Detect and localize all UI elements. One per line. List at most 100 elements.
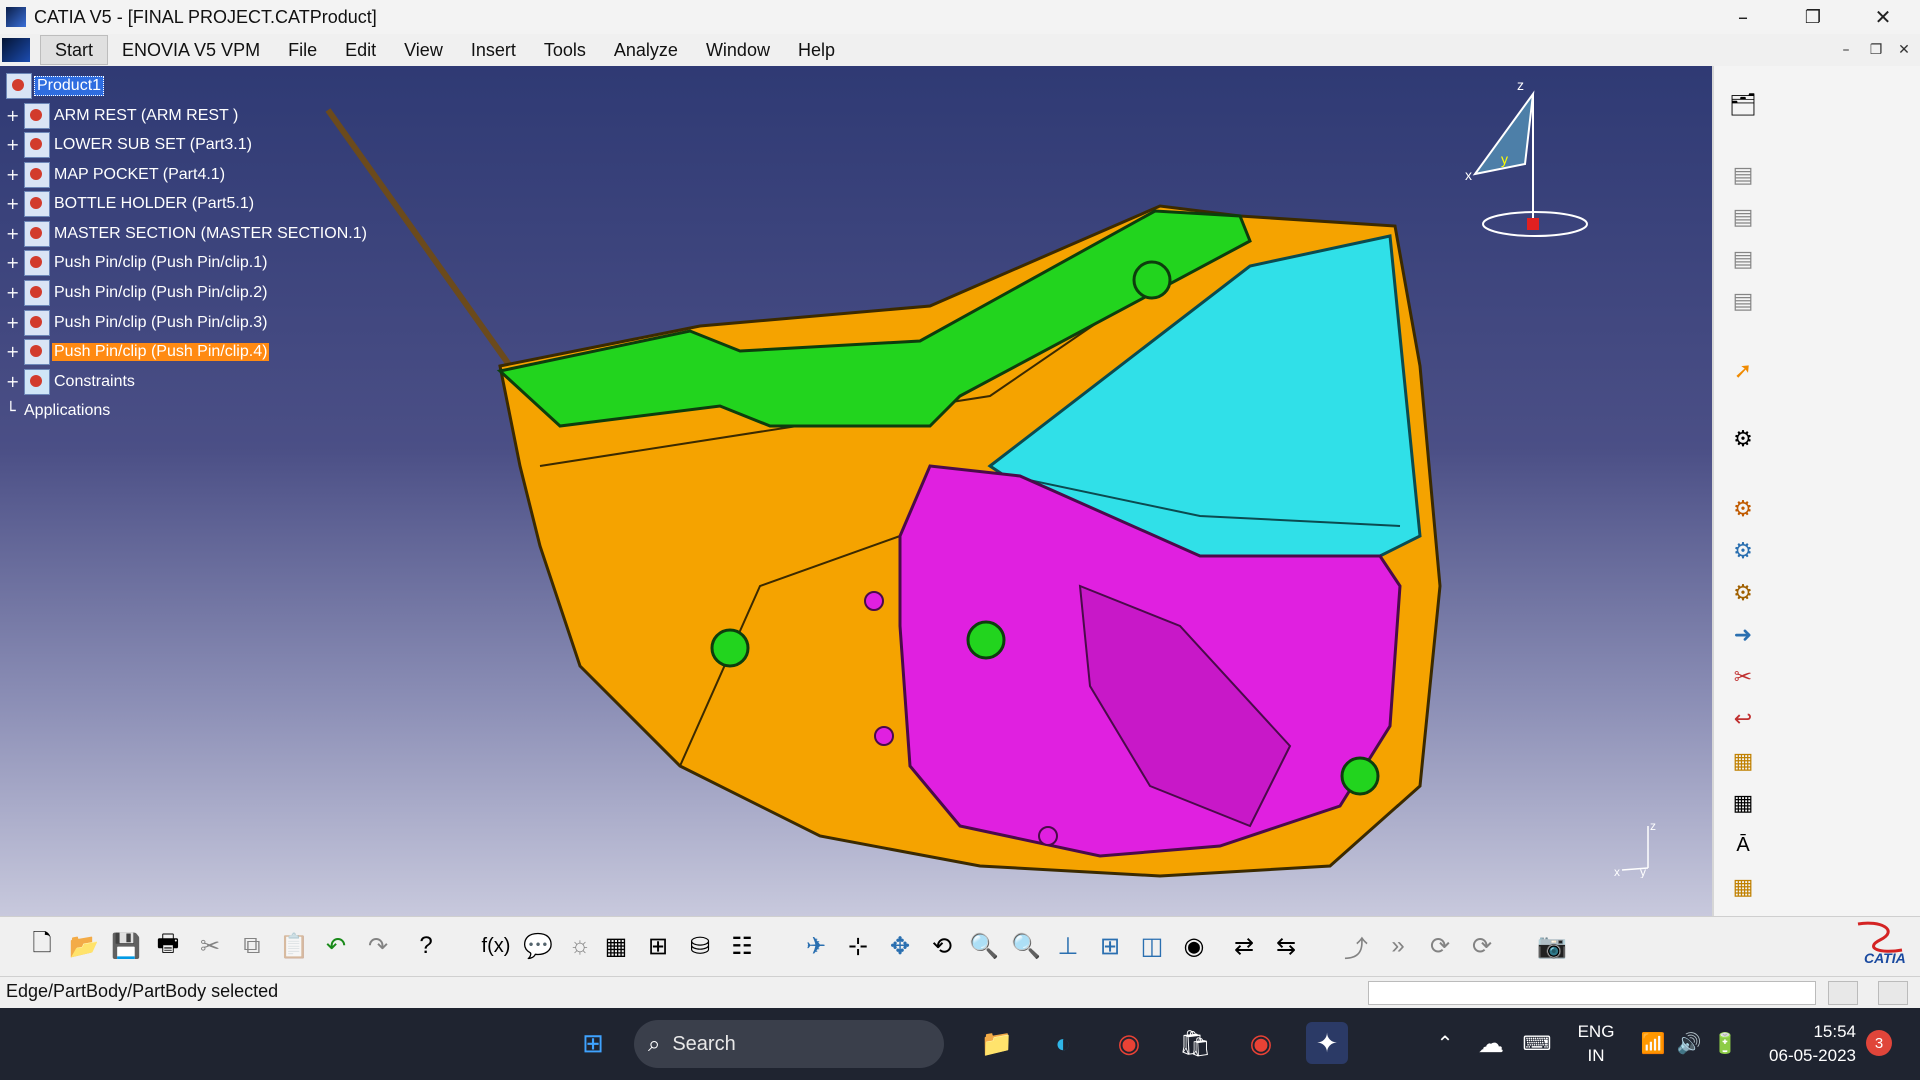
expand-icon[interactable]: + (6, 374, 20, 390)
catia-taskbar-icon[interactable]: ✦ (1306, 1022, 1348, 1064)
multi-view-icon[interactable]: ⊞ (1094, 930, 1126, 962)
chrome-icon[interactable]: ◉ (1108, 1022, 1150, 1064)
doc-minimize-icon[interactable]: – (1834, 38, 1858, 62)
tree-node-label[interactable]: Applications (22, 402, 112, 420)
expand-icon[interactable]: + (6, 196, 20, 212)
doc-restore-icon[interactable]: ❐ (1864, 38, 1888, 62)
battery-icon[interactable]: 🔋 (1704, 1022, 1746, 1064)
tree-root-label[interactable]: Product1 (34, 76, 105, 96)
hierarchy-icon[interactable]: ⊞ (642, 930, 674, 962)
print-icon[interactable]: 🖶 (152, 930, 184, 962)
chrome-profile-icon[interactable]: ◉ (1240, 1022, 1282, 1064)
reorder-icon[interactable]: ↩ (1728, 704, 1758, 734)
annotation-icon[interactable]: Ā (1728, 830, 1758, 860)
minimize-button[interactable]: – (1710, 0, 1776, 34)
expand-icon[interactable]: + (6, 137, 20, 153)
clock-date[interactable]: 06-05-2023 (1752, 1046, 1856, 1066)
table-icon[interactable]: ▦ (600, 930, 632, 962)
expand-icon[interactable]: + (6, 226, 20, 242)
tree-node-label[interactable]: MAP POCKET (Part4.1) (52, 166, 227, 184)
push-pin-clip[interactable] (1132, 260, 1172, 300)
tree-node-push-pin-1[interactable]: + Push Pin/clip (Push Pin/clip.1) (6, 249, 269, 277)
doc-close-icon[interactable]: ✕ (1892, 38, 1916, 62)
compass-widget[interactable]: z x y (1465, 74, 1605, 244)
menu-view[interactable]: View (390, 36, 457, 64)
menu-start[interactable]: Start (40, 35, 109, 65)
new-file-icon[interactable]: 🗋 (26, 930, 58, 962)
tree-node-applications[interactable]: └ Applications (6, 397, 112, 425)
show-hidden-icons-chevron-icon[interactable]: ⌃ (1424, 1022, 1466, 1064)
menu-file[interactable]: File (274, 36, 331, 64)
tree-node-push-pin-2[interactable]: + Push Pin/clip (Push Pin/clip.2) (6, 279, 269, 307)
tree-node-label[interactable]: Push Pin/clip (Push Pin/clip.2) (52, 284, 269, 302)
power-input-icon[interactable] (1828, 981, 1858, 1005)
model-geometry[interactable] (0, 66, 1712, 916)
paste-icon[interactable]: 📋 (278, 930, 310, 962)
expand-icon[interactable]: + (6, 167, 20, 183)
keyboard-icon[interactable]: ⌨ (1516, 1022, 1558, 1064)
catalog-browser-icon[interactable]: ⛁ (684, 930, 716, 962)
close-button[interactable]: ✕ (1850, 0, 1916, 34)
next-icon[interactable]: » (1382, 930, 1414, 962)
onedrive-cloud-icon[interactable]: ☁ (1470, 1022, 1512, 1064)
hide-show-icon[interactable]: ⇄ (1228, 930, 1260, 962)
constraint-gear-icon[interactable]: ⚙ (1728, 494, 1758, 524)
menu-enovia[interactable]: ENOVIA V5 VPM (108, 36, 274, 64)
fit-all-icon[interactable]: ⊹ (842, 930, 874, 962)
menu-edit[interactable]: Edit (331, 36, 390, 64)
light-icon[interactable]: ☼ (564, 930, 596, 962)
expand-icon[interactable]: + (6, 315, 20, 331)
edge-browser-icon[interactable]: ◐ (1042, 1022, 1084, 1064)
product-structure-icon[interactable]: 🗂 (1728, 90, 1758, 120)
formula-icon[interactable]: f(x) (480, 930, 512, 962)
language-indicator-line1[interactable]: ENG (1568, 1022, 1624, 1042)
redo-icon[interactable]: ↷ (362, 930, 394, 962)
push-pin-clip[interactable] (1340, 756, 1380, 796)
tree-expand-icon[interactable]: ▦ (1728, 746, 1758, 776)
zoom-in-icon[interactable]: 🔍 (968, 930, 1000, 962)
settings-icon[interactable]: ⟳ (1466, 930, 1498, 962)
tree-node-arm-rest[interactable]: + ARM REST (ARM REST ) (6, 102, 240, 130)
3d-viewport[interactable]: Product1 + ARM REST (ARM REST ) + LOWER … (0, 66, 1712, 916)
swap-space-icon[interactable]: ⇆ (1270, 930, 1302, 962)
pan-icon[interactable]: ✥ (884, 930, 916, 962)
analysis-icon[interactable]: ⤴ (1340, 930, 1372, 963)
tree-node-label[interactable]: MASTER SECTION (MASTER SECTION.1) (52, 225, 369, 243)
push-pin-clip[interactable] (966, 620, 1006, 660)
tree-node-label-selected[interactable]: Push Pin/clip (Push Pin/clip.4) (52, 343, 270, 361)
tree-node-label[interactable]: Push Pin/clip (Push Pin/clip.3) (52, 314, 269, 332)
tree-node-lower-sub-set[interactable]: + LOWER SUB SET (Part3.1) (6, 131, 254, 159)
new-product-icon[interactable]: ▤ (1728, 202, 1758, 232)
bill-of-material-icon[interactable]: ▦ (1728, 788, 1758, 818)
fix-constraint-icon[interactable]: ⚙ (1728, 536, 1758, 566)
tree-node-push-pin-3[interactable]: + Push Pin/clip (Push Pin/clip.3) (6, 309, 269, 337)
tree-root[interactable]: Product1 (6, 72, 105, 100)
menu-window[interactable]: Window (692, 36, 784, 64)
expand-icon[interactable]: + (6, 344, 20, 360)
copy-icon[interactable]: ⧉ (236, 930, 268, 962)
windows-start-icon[interactable]: ⊞ (572, 1022, 614, 1064)
tree-node-label[interactable]: LOWER SUB SET (Part3.1) (52, 136, 254, 154)
tree-node-label[interactable]: Push Pin/clip (Push Pin/clip.1) (52, 254, 269, 272)
whats-this-icon[interactable]: ? (410, 930, 442, 962)
notification-badge[interactable]: 3 (1866, 1030, 1892, 1056)
rotate-icon[interactable]: ⟲ (926, 930, 958, 962)
file-explorer-icon[interactable]: 📁 (976, 1022, 1018, 1064)
clock-time[interactable]: 15:54 (1752, 1022, 1856, 1042)
menu-analyze[interactable]: Analyze (600, 36, 692, 64)
catia-logo-icon[interactable] (2, 38, 30, 62)
new-component-icon[interactable]: ▤ (1728, 160, 1758, 190)
properties-icon[interactable]: ☷ (726, 930, 758, 962)
manipulate-icon[interactable]: ⚙ (1728, 424, 1758, 454)
existing-component-icon[interactable]: ▤ (1728, 286, 1758, 316)
search-command-icon[interactable] (1878, 981, 1908, 1005)
tree-node-label[interactable]: BOTTLE HOLDER (Part5.1) (52, 195, 256, 213)
tree-node-map-pocket[interactable]: + MAP POCKET (Part4.1) (6, 161, 227, 189)
catalog-icon[interactable]: ▦ (1728, 872, 1758, 902)
shading-icon[interactable]: ◉ (1178, 930, 1210, 962)
command-input[interactable] (1368, 981, 1816, 1005)
menu-insert[interactable]: Insert (457, 36, 530, 64)
move-arrow-icon[interactable]: ➜ (1728, 620, 1758, 650)
tree-node-label[interactable]: Constraints (52, 373, 137, 391)
select-arrow-icon[interactable]: ➚ (1728, 356, 1758, 386)
